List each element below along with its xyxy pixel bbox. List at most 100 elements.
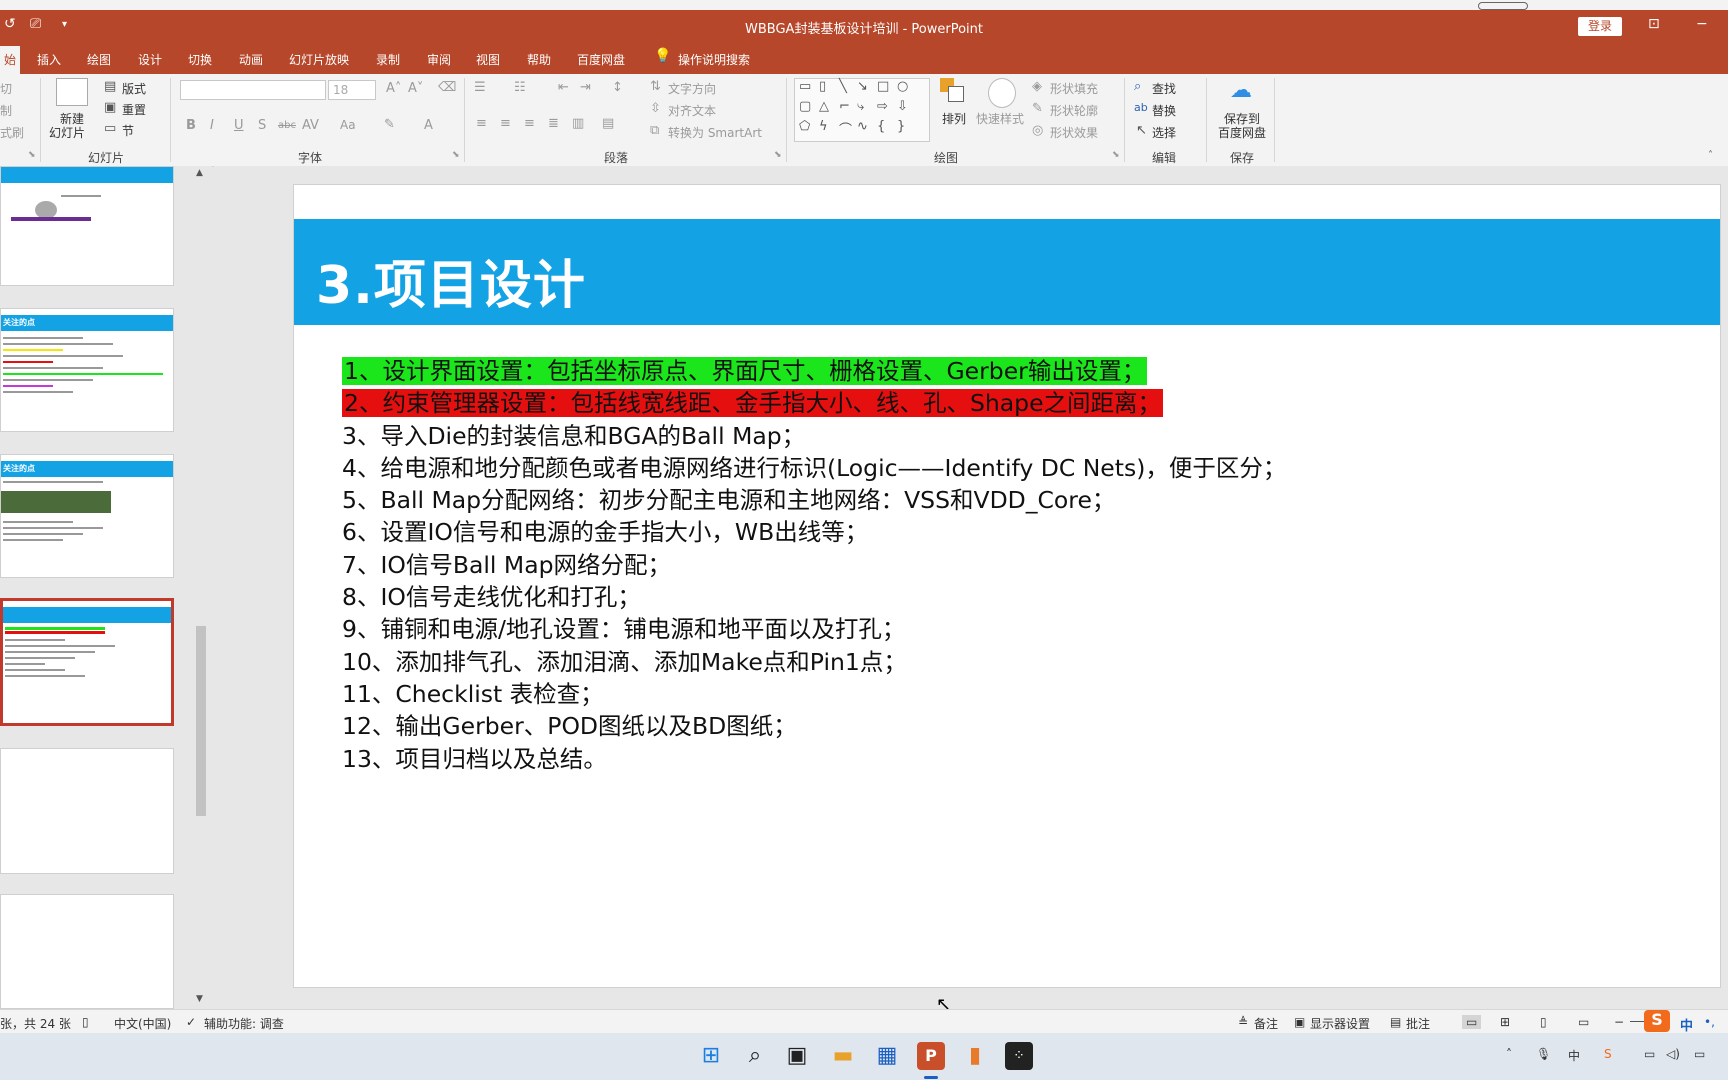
- new-slide-button-line2[interactable]: 幻灯片: [49, 124, 85, 141]
- quick-styles-button[interactable]: 快速样式: [976, 110, 1024, 127]
- grow-font-icon[interactable]: A˄: [386, 81, 401, 96]
- search-icon[interactable]: ⌕: [741, 1042, 769, 1070]
- scroll-up-icon[interactable]: ▲: [196, 168, 203, 178]
- ime-tray-icon[interactable]: 中: [1568, 1047, 1580, 1064]
- columns-dropdown-icon[interactable]: ▤: [602, 116, 614, 131]
- thumbnails-scrollbar[interactable]: ▲ ▼: [194, 168, 208, 1006]
- bullets-icon[interactable]: ☰: [474, 80, 486, 95]
- slide[interactable]: 3.项目设计 1、设计界面设置：包括坐标原点、界面尺寸、栅格设置、Gerber输…: [294, 185, 1720, 987]
- slide-body[interactable]: 1、设计界面设置：包括坐标原点、界面尺寸、栅格设置、Gerber输出设置； 2、…: [342, 355, 1702, 775]
- vertical-textbox-shape-icon[interactable]: ▯: [819, 79, 826, 94]
- tab-view[interactable]: 视图: [476, 51, 500, 68]
- microphone-icon[interactable]: 🎙: [1536, 1047, 1551, 1061]
- right-arrow-shape-icon[interactable]: ⇨: [877, 99, 888, 114]
- shapes-gallery[interactable]: ▭ ▯ ╲ ↘ □ ○ ▢ △ ⌐ ⤷ ⇨ ⇩ ⬠ ϟ ⌒ ∿ { }: [794, 78, 930, 142]
- select-button[interactable]: 选择: [1152, 124, 1176, 141]
- increase-indent-icon[interactable]: ⇥: [580, 80, 591, 95]
- font-launcher-icon[interactable]: ⬊: [452, 150, 460, 160]
- smartart-button[interactable]: 转换为 SmartArt: [668, 124, 762, 141]
- change-case-button[interactable]: Aa: [340, 118, 356, 132]
- ime-punctuation-icon[interactable]: •,: [1704, 1015, 1715, 1029]
- slideshow-view-icon[interactable]: ▭: [1578, 1015, 1589, 1029]
- connector-shape-icon[interactable]: ⌐: [839, 99, 850, 114]
- notes-button[interactable]: 备注: [1254, 1015, 1278, 1032]
- slide-thumbnail[interactable]: 关注的点: [0, 454, 174, 578]
- language-indicator[interactable]: 中文(中国): [114, 1015, 171, 1032]
- font-color-icon[interactable]: A: [424, 118, 433, 133]
- minimize-icon[interactable]: −: [1696, 16, 1708, 32]
- scroll-down-icon[interactable]: ▼: [196, 994, 203, 1004]
- line-shape-icon[interactable]: ╲: [839, 79, 847, 94]
- line-spacing-icon[interactable]: ↕: [612, 80, 623, 95]
- network-icon[interactable]: ▭: [1644, 1047, 1655, 1061]
- new-slide-icon[interactable]: [56, 78, 88, 106]
- reading-view-icon[interactable]: ▯: [1540, 1015, 1547, 1029]
- accessibility-status[interactable]: 辅助功能: 调查: [204, 1015, 284, 1032]
- comments-button[interactable]: 批注: [1406, 1015, 1430, 1032]
- powerpoint-icon[interactable]: P: [917, 1042, 945, 1070]
- elbow-connector-shape-icon[interactable]: ⤷: [857, 99, 864, 114]
- arc-shape-icon[interactable]: ⌒: [839, 119, 852, 138]
- reset-button[interactable]: 重置: [122, 101, 146, 118]
- replace-button[interactable]: 替换: [1152, 102, 1176, 119]
- slide-count[interactable]: 张，共 24 张: [0, 1015, 71, 1032]
- paragraph-launcher-icon[interactable]: ⬊: [774, 150, 782, 160]
- slide-thumbnail[interactable]: [0, 748, 174, 874]
- collapse-ribbon-icon[interactable]: ˄: [1708, 150, 1713, 161]
- clear-format-icon[interactable]: ⌫: [438, 80, 456, 95]
- align-left-icon[interactable]: ≡: [476, 116, 487, 131]
- ime-language[interactable]: 中: [1680, 1015, 1693, 1034]
- slide-thumbnail[interactable]: [0, 166, 174, 286]
- spellcheck-icon[interactable]: ▯: [82, 1015, 89, 1029]
- save-to-netdisk-button-line2[interactable]: 百度网盘: [1218, 124, 1266, 141]
- left-brace-shape-icon[interactable]: {: [877, 119, 885, 134]
- text-direction-button[interactable]: 文字方向: [668, 80, 716, 97]
- file-explorer-icon[interactable]: ▬: [829, 1042, 857, 1070]
- layout-button[interactable]: 版式: [122, 80, 146, 97]
- right-brace-shape-icon[interactable]: }: [897, 119, 905, 134]
- ribbon-display-options-icon[interactable]: ⊡: [1648, 16, 1660, 32]
- tab-slideshow[interactable]: 幻灯片放映: [289, 51, 349, 68]
- show-hidden-icons-icon[interactable]: ˄: [1506, 1047, 1512, 1061]
- triangle-shape-icon[interactable]: △: [819, 99, 829, 114]
- format-painter-label[interactable]: 式刷: [0, 124, 24, 141]
- shape-fill-button[interactable]: 形状填充: [1050, 80, 1098, 97]
- tab-home[interactable]: 始: [0, 46, 21, 75]
- slide-thumbnail-selected[interactable]: [0, 598, 174, 726]
- shape-effects-button[interactable]: 形状效果: [1050, 124, 1098, 141]
- tab-transitions[interactable]: 切换: [188, 51, 212, 68]
- display-settings-button[interactable]: 显示器设置: [1310, 1015, 1370, 1032]
- align-text-button[interactable]: 对齐文本: [668, 102, 716, 119]
- tab-design[interactable]: 设计: [138, 51, 162, 68]
- battery-icon[interactable]: ▭: [1694, 1047, 1705, 1061]
- align-right-icon[interactable]: ≡: [524, 116, 535, 131]
- highlight-icon[interactable]: ✎: [384, 117, 395, 132]
- rectangle-shape-icon[interactable]: □: [877, 79, 889, 94]
- shape-outline-button[interactable]: 形状轮廓: [1050, 102, 1098, 119]
- tell-me-search[interactable]: 操作说明搜索: [678, 51, 750, 68]
- login-button[interactable]: 登录: [1578, 17, 1622, 36]
- decrease-indent-icon[interactable]: ⇤: [558, 80, 569, 95]
- clipboard-launcher-icon[interactable]: ⬊: [28, 150, 36, 160]
- rounded-rect-shape-icon[interactable]: ▢: [799, 99, 811, 114]
- find-button[interactable]: 查找: [1152, 80, 1176, 97]
- section-button[interactable]: 节: [122, 122, 134, 139]
- drawing-launcher-icon[interactable]: ⬊: [1112, 150, 1120, 160]
- slide-sorter-icon[interactable]: ⊞: [1500, 1015, 1510, 1029]
- char-spacing-icon[interactable]: AV: [302, 118, 319, 133]
- copy-label[interactable]: 制: [0, 102, 12, 119]
- arrow-line-shape-icon[interactable]: ↘: [857, 79, 868, 94]
- tab-animations[interactable]: 动画: [239, 51, 263, 68]
- volume-icon[interactable]: ◁): [1666, 1047, 1680, 1061]
- justify-icon[interactable]: ≣: [548, 116, 559, 131]
- shadow-icon[interactable]: S: [258, 118, 266, 133]
- window-grip[interactable]: [1478, 2, 1528, 10]
- app-icon[interactable]: ▮: [961, 1042, 989, 1070]
- underline-icon[interactable]: U: [234, 118, 244, 133]
- slide-title[interactable]: 3.项目设计: [316, 243, 586, 318]
- tab-draw[interactable]: 绘图: [87, 51, 111, 68]
- freeform-shape-icon[interactable]: ⬠: [799, 119, 810, 134]
- font-name-combo[interactable]: [180, 80, 326, 100]
- lightning-shape-icon[interactable]: ϟ: [819, 119, 828, 134]
- italic-icon[interactable]: I: [210, 118, 214, 133]
